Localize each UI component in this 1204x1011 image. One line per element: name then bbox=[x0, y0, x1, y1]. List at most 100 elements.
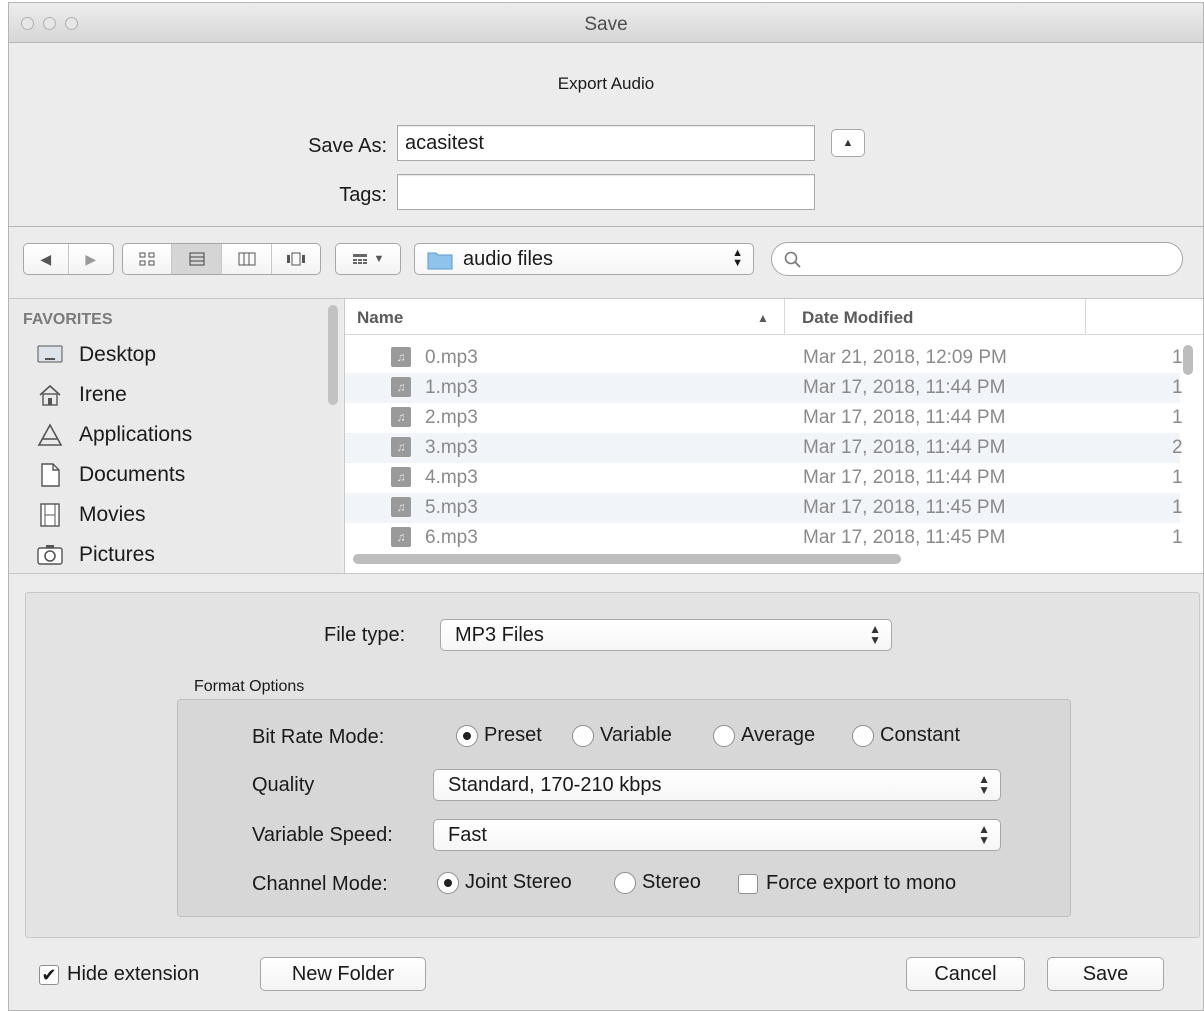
file-list: Name ▲ Date Modified ♫ 0.mp3 Mar 21, 201… bbox=[344, 299, 1203, 573]
file-extra: 1 bbox=[1172, 527, 1183, 548]
location-popup[interactable]: audio files ▲ ▼ bbox=[414, 243, 754, 275]
column-header-date[interactable]: Date Modified bbox=[786, 299, 1086, 335]
file-name: 0.mp3 bbox=[425, 347, 478, 368]
triangle-up-icon: ▲ bbox=[842, 137, 854, 149]
bit-rate-preset-radio[interactable]: Preset bbox=[456, 724, 542, 747]
quality-label: Quality bbox=[252, 774, 315, 796]
file-date: Mar 17, 2018, 11:44 PM bbox=[803, 377, 1006, 398]
vertical-scrollbar[interactable] bbox=[1183, 345, 1193, 375]
list-view-button[interactable] bbox=[172, 244, 222, 274]
sidebar-item-label: Applications bbox=[79, 423, 193, 446]
force-mono-checkbox[interactable]: Force export to mono bbox=[738, 872, 956, 895]
radio-label: Joint Stereo bbox=[465, 871, 572, 893]
view-mode-control bbox=[122, 243, 321, 275]
arrange-grid-icon bbox=[352, 254, 367, 264]
file-date: Mar 17, 2018, 11:44 PM bbox=[803, 407, 1006, 428]
sidebar-item-documents[interactable]: Documents bbox=[37, 457, 185, 493]
file-name: 6.mp3 bbox=[425, 527, 478, 548]
coverflow-view-button[interactable] bbox=[272, 244, 320, 274]
arrow-right-icon: ▶ bbox=[85, 250, 97, 267]
search-icon bbox=[784, 251, 801, 268]
horizontal-scrollbar[interactable] bbox=[353, 554, 901, 564]
radio-label: Variable bbox=[600, 724, 672, 746]
documents-icon bbox=[37, 463, 63, 487]
variable-speed-label: Variable Speed: bbox=[252, 824, 393, 846]
radio-label: Average bbox=[741, 724, 816, 746]
coverflow-view-icon bbox=[287, 252, 305, 266]
radio-empty-icon bbox=[852, 724, 874, 747]
file-date: Mar 17, 2018, 11:45 PM bbox=[803, 497, 1006, 518]
file-extra: 1 bbox=[1172, 377, 1183, 398]
sidebar-item-label: Desktop bbox=[79, 343, 157, 366]
sidebar-item-label: Documents bbox=[79, 463, 186, 486]
table-row[interactable]: ♫ 5.mp3 Mar 17, 2018, 11:45 PM 1 bbox=[345, 493, 1183, 523]
save-as-label: Save As: bbox=[308, 135, 387, 157]
table-row[interactable]: ♫ 3.mp3 Mar 17, 2018, 11:44 PM 2 bbox=[345, 433, 1183, 463]
sidebar-item-movies[interactable]: Movies bbox=[37, 497, 146, 533]
icon-view-button[interactable] bbox=[123, 244, 172, 274]
back-button[interactable]: ◀ bbox=[24, 244, 69, 274]
dialog-subtitle: Export Audio bbox=[557, 74, 655, 93]
file-date: Mar 21, 2018, 12:09 PM bbox=[803, 347, 1007, 368]
folder-icon bbox=[427, 252, 453, 270]
variable-speed-select[interactable]: Fast ▲ ▼ bbox=[433, 819, 1001, 851]
file-type-select[interactable]: MP3 Files ▲ ▼ bbox=[440, 619, 892, 651]
file-name: 5.mp3 bbox=[425, 497, 478, 518]
quality-select[interactable]: Standard, 170-210 kbps ▲ ▼ bbox=[433, 769, 1001, 801]
pictures-icon bbox=[37, 543, 63, 567]
favorites-header: FAVORITES bbox=[23, 311, 113, 328]
file-extra: 1 bbox=[1172, 407, 1183, 428]
movies-icon bbox=[37, 503, 63, 527]
audio-file-icon: ♫ bbox=[391, 377, 411, 397]
radio-label: Stereo bbox=[642, 871, 701, 893]
audio-file-icon: ♫ bbox=[391, 347, 411, 367]
location-label: audio files bbox=[463, 248, 554, 270]
file-extra: 1 bbox=[1172, 497, 1183, 518]
save-as-input[interactable]: acasitest bbox=[397, 125, 815, 161]
table-row[interactable]: ♫ 1.mp3 Mar 17, 2018, 11:44 PM 1 bbox=[345, 373, 1183, 403]
tags-input[interactable] bbox=[397, 174, 815, 210]
bit-rate-variable-radio[interactable]: Variable bbox=[572, 724, 672, 747]
audio-file-icon: ♫ bbox=[391, 527, 411, 547]
cancel-button[interactable]: Cancel bbox=[906, 957, 1025, 991]
column-view-icon bbox=[238, 252, 255, 266]
list-view-icon bbox=[189, 252, 204, 266]
sidebar-item-pictures[interactable]: Pictures bbox=[37, 537, 155, 573]
export-options-panel: File type: MP3 Files ▲ ▼ Format Options B… bbox=[25, 592, 1200, 938]
radio-label: Constant bbox=[880, 724, 961, 746]
table-row[interactable]: ♫ 4.mp3 Mar 17, 2018, 11:44 PM 1 bbox=[345, 463, 1183, 493]
file-type-value: MP3 Files bbox=[455, 624, 544, 646]
table-row[interactable]: ♫ 6.mp3 Mar 17, 2018, 11:45 PM 1 bbox=[345, 523, 1183, 553]
file-type-label: File type: bbox=[324, 624, 406, 646]
bit-rate-constant-radio[interactable]: Constant bbox=[852, 724, 960, 747]
channel-joint-stereo-radio[interactable]: Joint Stereo bbox=[437, 871, 572, 894]
column-header-label: Date Modified bbox=[802, 308, 914, 327]
expand-dialog-button[interactable]: ▲ bbox=[831, 129, 865, 157]
bit-rate-average-radio[interactable]: Average bbox=[713, 724, 815, 747]
sort-ascending-icon: ▲ bbox=[757, 311, 769, 325]
hide-extension-checkbox[interactable]: ✔ Hide extension bbox=[39, 963, 199, 986]
radio-empty-icon bbox=[713, 724, 735, 747]
sidebar-item-irene[interactable]: Irene bbox=[37, 377, 127, 413]
channel-stereo-radio[interactable]: Stereo bbox=[614, 871, 701, 894]
sidebar-scrollbar[interactable] bbox=[328, 305, 338, 405]
forward-button[interactable]: ▶ bbox=[69, 244, 114, 274]
file-name: 3.mp3 bbox=[425, 437, 478, 458]
search-field[interactable] bbox=[771, 242, 1183, 276]
sidebar-item-desktop[interactable]: Desktop bbox=[37, 337, 156, 373]
home-icon bbox=[37, 383, 63, 407]
new-folder-button[interactable]: New Folder bbox=[260, 957, 426, 991]
save-button[interactable]: Save bbox=[1047, 957, 1164, 991]
updown-arrows-icon: ▲ ▼ bbox=[978, 822, 990, 847]
table-row[interactable]: ♫ 0.mp3 Mar 21, 2018, 12:09 PM 1 bbox=[345, 343, 1183, 373]
checkbox-label: Hide extension bbox=[67, 963, 200, 985]
arrange-menu-button[interactable]: ▼ bbox=[335, 243, 401, 275]
sidebar-item-applications[interactable]: Applications bbox=[37, 417, 192, 453]
applications-icon bbox=[37, 423, 63, 447]
table-row[interactable]: ♫ 2.mp3 Mar 17, 2018, 11:44 PM 1 bbox=[345, 403, 1183, 433]
browser-divider bbox=[9, 573, 1203, 574]
column-view-button[interactable] bbox=[222, 244, 272, 274]
column-header-extra[interactable] bbox=[1087, 299, 1203, 335]
column-header-name[interactable]: Name ▲ bbox=[345, 299, 785, 335]
desktop-icon bbox=[37, 343, 63, 367]
